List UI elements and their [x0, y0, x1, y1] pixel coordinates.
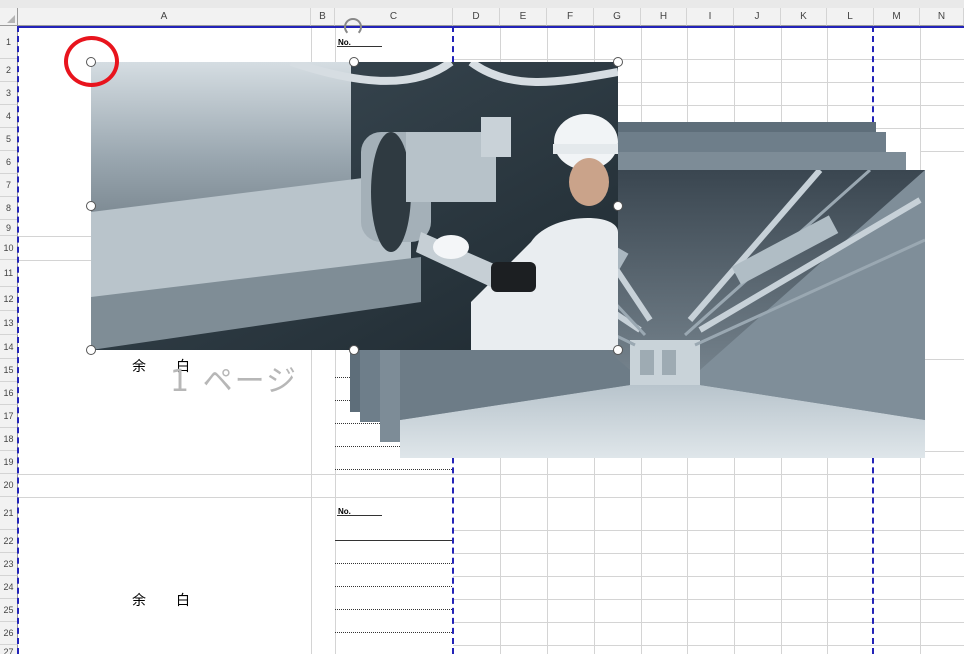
- solid-line: [335, 540, 452, 541]
- spreadsheet: A B C D E F G H I J K L M N 1 2 3 4 5 6 …: [0, 0, 964, 654]
- row-header[interactable]: 5: [0, 128, 18, 151]
- column-header-m[interactable]: M: [874, 8, 920, 26]
- gridline: [453, 530, 964, 531]
- gridline: [453, 599, 964, 600]
- gridline: [18, 497, 964, 498]
- gridline: [920, 359, 964, 360]
- row-header[interactable]: 14: [0, 335, 18, 359]
- rotate-handle-icon[interactable]: [344, 18, 362, 36]
- column-header-h[interactable]: H: [641, 8, 687, 26]
- page-break-line: [17, 26, 19, 654]
- row-header[interactable]: 13: [0, 311, 18, 335]
- row-header[interactable]: 3: [0, 82, 18, 105]
- gridline: [920, 451, 964, 452]
- column-header-j[interactable]: J: [734, 8, 781, 26]
- row-header[interactable]: 15: [0, 359, 18, 382]
- gridline: [453, 576, 964, 577]
- row-header[interactable]: 21: [0, 497, 18, 530]
- worker-duct-photo[interactable]: [91, 62, 618, 350]
- select-all-icon: [7, 15, 15, 23]
- page-break-line: [18, 26, 964, 28]
- gridline: [920, 151, 964, 152]
- gridline: [874, 128, 964, 129]
- row-header[interactable]: 18: [0, 428, 18, 451]
- dotted-line: [335, 563, 452, 564]
- worker-duct-photo-icon: [91, 62, 618, 350]
- row-header[interactable]: 24: [0, 576, 18, 599]
- row-header[interactable]: 16: [0, 382, 18, 405]
- row-header[interactable]: 22: [0, 530, 18, 553]
- row-header[interactable]: 12: [0, 287, 18, 311]
- dotted-line: [335, 632, 452, 633]
- page-watermark: 1 ページ: [170, 364, 299, 399]
- row-header[interactable]: 27: [0, 645, 18, 654]
- ribbon-edge: [0, 0, 964, 8]
- column-header-l[interactable]: L: [827, 8, 874, 26]
- row-header[interactable]: 20: [0, 474, 18, 497]
- select-all-button[interactable]: [0, 8, 18, 26]
- row-header[interactable]: 8: [0, 197, 18, 220]
- number-label: No.: [338, 38, 351, 47]
- dotted-line: [335, 469, 452, 470]
- row-header[interactable]: 2: [0, 59, 18, 82]
- row-header[interactable]: 6: [0, 151, 18, 174]
- resize-handle-bottom-left[interactable]: [86, 345, 96, 355]
- gridline: [453, 622, 964, 623]
- gridline: [453, 645, 964, 646]
- column-header-i[interactable]: I: [687, 8, 734, 26]
- dotted-line: [335, 586, 452, 587]
- gridline: [453, 553, 964, 554]
- resize-handle-bottom[interactable]: [349, 345, 359, 355]
- column-header-d[interactable]: D: [453, 8, 500, 26]
- gridline: [453, 59, 964, 60]
- highlight-circle: [64, 36, 119, 87]
- row-header[interactable]: 26: [0, 622, 18, 645]
- gridline: [618, 105, 964, 106]
- number-label: No.: [338, 507, 351, 516]
- column-header-n[interactable]: N: [920, 8, 964, 26]
- column-header-k[interactable]: K: [781, 8, 827, 26]
- resize-handle-top[interactable]: [349, 57, 359, 67]
- row-header[interactable]: 9: [0, 220, 18, 236]
- column-header-a[interactable]: A: [18, 8, 311, 26]
- row-header[interactable]: 4: [0, 105, 18, 128]
- resize-handle-bottom-right[interactable]: [613, 345, 623, 355]
- row-header[interactable]: 19: [0, 451, 18, 474]
- resize-handle-right[interactable]: [613, 201, 623, 211]
- column-header-g[interactable]: G: [594, 8, 641, 26]
- row-header[interactable]: 11: [0, 260, 18, 287]
- row-header[interactable]: 17: [0, 405, 18, 428]
- margin-text: 余白: [132, 592, 220, 608]
- column-header-b[interactable]: B: [311, 8, 335, 26]
- dotted-line: [335, 609, 452, 610]
- row-header[interactable]: 25: [0, 599, 18, 622]
- column-header-e[interactable]: E: [500, 8, 547, 26]
- resize-handle-top-right[interactable]: [613, 57, 623, 67]
- resize-handle-left[interactable]: [86, 201, 96, 211]
- column-header-f[interactable]: F: [547, 8, 594, 26]
- row-header[interactable]: 7: [0, 174, 18, 197]
- row-header[interactable]: 23: [0, 553, 18, 576]
- gridline: [18, 474, 964, 475]
- row-header[interactable]: 1: [0, 26, 18, 59]
- row-header[interactable]: 10: [0, 236, 18, 260]
